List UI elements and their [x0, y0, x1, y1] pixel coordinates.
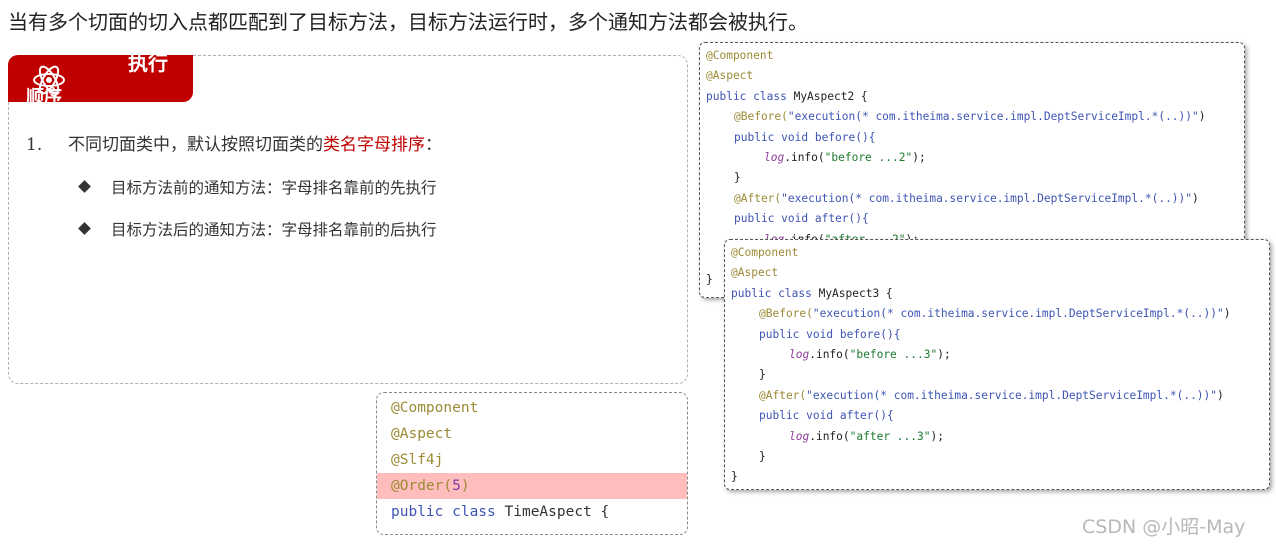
code-line: public void after(){ — [734, 212, 869, 226]
code-line: public void after(){ — [759, 409, 894, 423]
code-line: } — [759, 449, 766, 463]
code-line: } — [731, 470, 738, 484]
code-line: @Aspect — [731, 266, 779, 280]
rule-highlight: 类名字母排序 — [323, 135, 425, 155]
code-line: public class MyAspect3 { — [731, 286, 893, 300]
code-line: public class TimeAspect { — [391, 504, 610, 520]
rule-item-1: 1. 不同切面类中，默认按照切面类的类名字母排序： — [26, 130, 442, 155]
code-line: log.info("after ...3"); — [789, 429, 944, 443]
tag-subtitle: 顺序 — [26, 87, 62, 102]
code-line: public void before(){ — [734, 130, 876, 144]
watermark: CSDN @小昭-May — [1082, 516, 1246, 538]
code-line: @Aspect — [391, 426, 453, 442]
bullet-text: 目标方法前的通知方法：字母排名靠前的先执行 — [111, 179, 437, 197]
section-tag: 执行 顺序 — [8, 55, 193, 102]
code-line: @After("execution(* com.itheima.service.… — [759, 388, 1224, 402]
tag-title: 执行 — [128, 55, 168, 75]
diamond-bullet-icon — [78, 222, 91, 235]
order-annotation-line: @Order(5) — [377, 473, 687, 499]
code-line: @Component — [731, 246, 799, 259]
time-aspect-code: @Component @Aspect @Slf4j @Order(5) publ… — [376, 392, 688, 535]
bullet-after: 目标方法后的通知方法：字母排名靠前的后执行 — [78, 218, 437, 240]
code-line: public class MyAspect2 { — [706, 89, 868, 103]
code-line: @Before("execution(* com.itheima.service… — [759, 307, 1231, 321]
code-line: } — [759, 368, 766, 382]
code-line: @Aspect — [706, 69, 754, 83]
code-line: } — [734, 171, 741, 185]
rule-text: 不同切面类中，默认按照切面类的 — [68, 135, 323, 155]
code-line: public void before(){ — [759, 327, 901, 341]
code-line: log.info("before ...3"); — [789, 347, 951, 361]
bullet-text: 目标方法后的通知方法：字母排名靠前的后执行 — [111, 221, 437, 239]
page-heading: 当有多个切面的切入点都匹配到了目标方法，目标方法运行时，多个通知方法都会被执行。 — [8, 10, 808, 34]
diamond-bullet-icon — [78, 180, 91, 193]
code-line: @Slf4j — [391, 452, 444, 468]
code-line: log.info("before ...2"); — [764, 150, 926, 164]
rule-number: 1. — [26, 135, 43, 155]
code-line: @Before("execution(* com.itheima.service… — [734, 110, 1206, 124]
bullet-before: 目标方法前的通知方法：字母排名靠前的先执行 — [78, 176, 437, 198]
code-line: @After("execution(* com.itheima.service.… — [734, 191, 1199, 205]
code-line: @Component — [706, 49, 774, 62]
my-aspect3-code-card: @Component @Aspect public class MyAspect… — [724, 239, 1270, 490]
rule-colon: ： — [425, 135, 442, 155]
code-line: @Component — [391, 400, 479, 416]
